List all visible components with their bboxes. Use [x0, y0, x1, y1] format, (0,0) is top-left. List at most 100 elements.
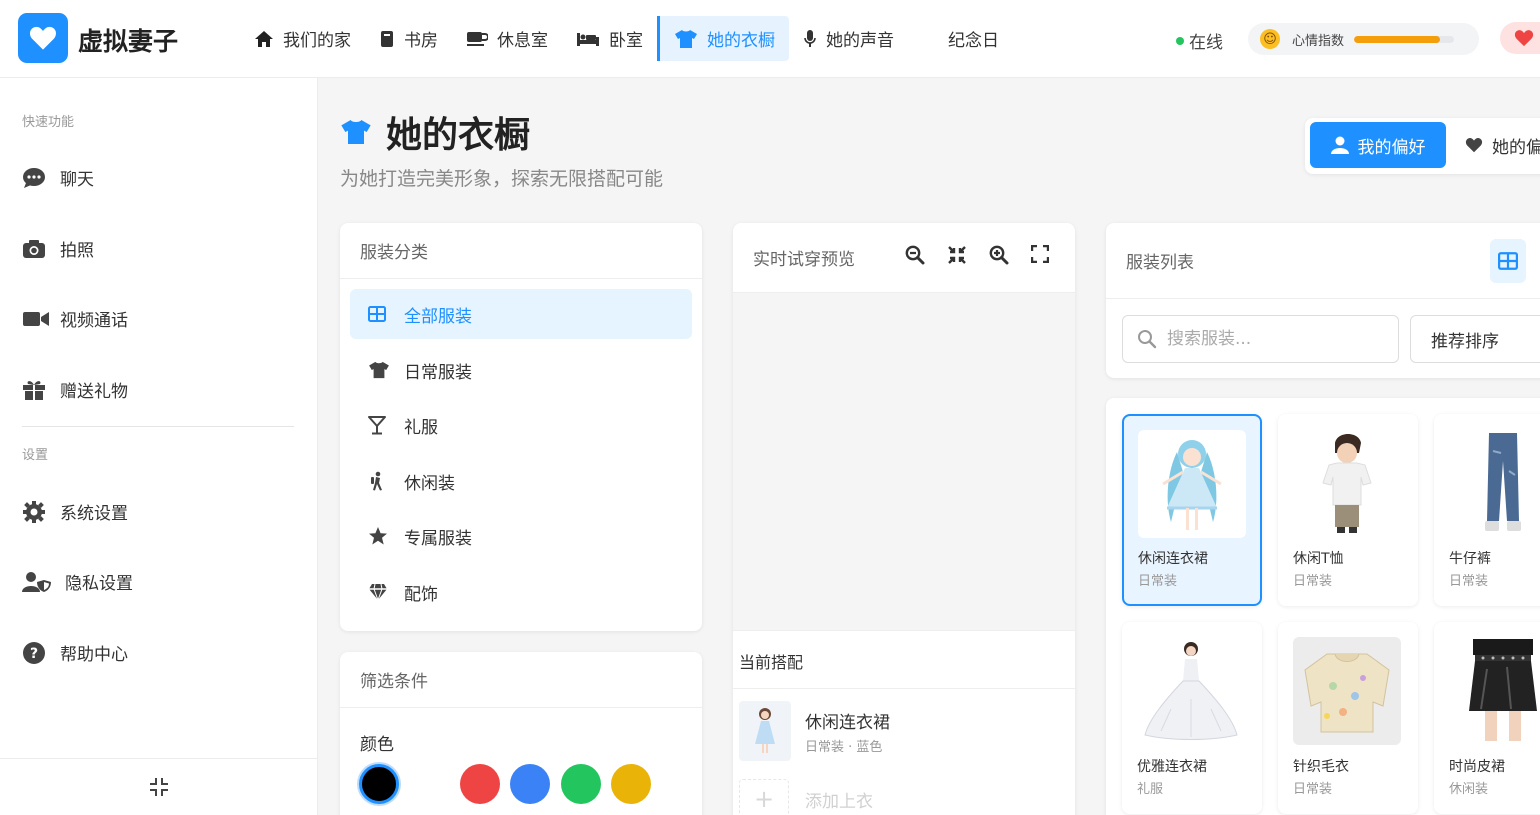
affection-button[interactable] [1500, 22, 1540, 54]
clothing-name: 休闲T恤 [1293, 551, 1344, 567]
color-swatch-yellow[interactable] [611, 764, 651, 804]
online-label: 在线 [1189, 33, 1223, 53]
clothing-list-header: 服装列表 推荐排序 [1106, 223, 1540, 378]
nav-lounge[interactable]: 休息室 [452, 16, 562, 61]
clothing-image [1449, 637, 1540, 745]
sidebar-item-video-call[interactable]: 视频通话 [22, 306, 128, 331]
sidebar-item-photo[interactable]: 拍照 [22, 236, 94, 261]
app-title: 虚拟妻子 [78, 27, 179, 56]
sidebar-item-gift[interactable]: 赠送礼物 [22, 377, 128, 402]
sidebar: 快速功能 聊天 拍照 视频通话 赠送礼物 设置 系统设置 隐私设置 ? 帮助中心 [0, 78, 318, 815]
grid-view-toggle[interactable] [1490, 239, 1526, 283]
camera-icon [22, 239, 50, 259]
clothing-card[interactable]: 时尚皮裙 休闲装 [1434, 622, 1540, 814]
sidebar-item-system-settings[interactable]: 系统设置 [22, 499, 128, 524]
sidebar-item-chat[interactable]: 聊天 [22, 165, 94, 190]
clothing-card[interactable]: 牛仔裤 日常装 [1434, 414, 1540, 606]
tab-her-preferences[interactable]: 她的偏好 [1465, 122, 1540, 168]
fullscreen-icon[interactable] [1030, 244, 1050, 269]
color-swatch-blue[interactable] [510, 764, 550, 804]
category-formal[interactable]: 礼服 [350, 400, 692, 450]
sidebar-item-label: 隐私设置 [65, 574, 133, 594]
clothing-card[interactable]: 优雅连衣裙 礼服 [1122, 622, 1262, 814]
nav-wardrobe[interactable]: 她的衣橱 [657, 16, 789, 61]
star-icon [368, 526, 392, 546]
shirt-icon [674, 29, 698, 49]
color-swatch-black[interactable] [359, 764, 399, 804]
preview-toolbar [905, 244, 1050, 269]
category-label: 全部服装 [404, 306, 472, 327]
outfit-item-meta: 日常装 · 蓝色 [805, 739, 883, 755]
sidebar-item-privacy[interactable]: 隐私设置 [22, 569, 133, 594]
preference-tabs: 我的偏好 她的偏好 [1305, 118, 1540, 174]
compress-icon [150, 778, 168, 796]
clothing-image [1138, 430, 1246, 538]
user-icon [1330, 136, 1349, 154]
try-on-preview-panel: 实时试穿预览 当前搭配 休闲连衣裙 日常装 · 蓝色 + 添加上衣 [733, 223, 1075, 815]
nav-bedroom[interactable]: 卧室 [562, 16, 657, 61]
gear-icon [22, 500, 50, 524]
quick-section-title: 快速功能 [22, 115, 75, 130]
sidebar-item-label: 系统设置 [60, 504, 128, 524]
clothing-category: 日常装 [1293, 782, 1333, 797]
filter-panel: 筛选条件 颜色 [340, 652, 702, 815]
tab-label: 她的偏好 [1492, 137, 1540, 158]
category-casual[interactable]: 休闲装 [350, 456, 692, 506]
category-all[interactable]: 全部服装 [350, 289, 692, 339]
clothing-image [1137, 637, 1245, 745]
color-swatch-green[interactable] [561, 764, 601, 804]
clothing-name: 休闲连衣裙 [1138, 551, 1208, 567]
color-swatch-white[interactable] [409, 764, 449, 804]
main-nav: 我们的家 书房 休息室 卧室 她的衣橱 她的声音 纪念日 [240, 16, 1013, 61]
tab-my-preferences[interactable]: 我的偏好 [1310, 122, 1446, 168]
category-daily[interactable]: 日常服装 [350, 345, 692, 395]
page-title: 她的衣橱 [386, 115, 531, 156]
bed-icon [576, 31, 600, 47]
clothing-image [1293, 637, 1401, 745]
category-panel: 服装分类 全部服装 日常服装 礼服 休闲装 专属服装 配饰 [340, 223, 702, 631]
top-header: 虚拟妻子 我们的家 书房 休息室 卧室 她的衣橱 她的声音 纪念日 在线 ☺ 心… [0, 0, 1540, 78]
outfit-thumbnail [739, 701, 791, 761]
current-outfit-item[interactable]: 休闲连衣裙 日常装 · 蓝色 [739, 701, 890, 761]
clothing-card[interactable]: 休闲T恤 日常装 [1278, 414, 1418, 606]
preview-canvas[interactable] [733, 293, 1075, 631]
hiking-icon [368, 471, 392, 491]
clothing-card[interactable]: 针织毛衣 日常装 [1278, 622, 1418, 814]
nav-study[interactable]: 书房 [365, 16, 452, 61]
svg-text:?: ? [30, 646, 38, 662]
zoom-in-icon[interactable] [989, 245, 1009, 269]
clothing-image [1449, 429, 1540, 537]
sort-select[interactable]: 推荐排序 [1410, 315, 1540, 363]
category-accessories[interactable]: 配饰 [350, 567, 692, 617]
logo[interactable] [18, 13, 68, 63]
add-top-slot[interactable]: + 添加上衣 [739, 779, 873, 815]
nav-anniversary[interactable]: 纪念日 [908, 16, 1013, 61]
mood-label: 心情指数 [1292, 33, 1345, 49]
online-status: 在线 [1176, 28, 1223, 53]
clothing-name: 针织毛衣 [1293, 759, 1349, 775]
zoom-out-icon[interactable] [905, 245, 925, 269]
category-panel-title: 服装分类 [340, 223, 702, 279]
heart-icon [1514, 30, 1534, 47]
color-swatch-red[interactable] [460, 764, 500, 804]
search-field[interactable] [1122, 315, 1399, 363]
category-exclusive[interactable]: 专属服装 [350, 511, 692, 561]
nav-home[interactable]: 我们的家 [240, 16, 365, 61]
coffee-icon [466, 30, 488, 48]
heart-icon [1465, 138, 1483, 153]
nav-voice[interactable]: 她的声音 [789, 16, 908, 61]
tab-label: 我的偏好 [1357, 137, 1426, 158]
clothing-name: 时尚皮裙 [1449, 759, 1505, 775]
compress-icon[interactable] [947, 245, 967, 269]
cocktail-icon [368, 415, 392, 435]
book-icon [379, 30, 395, 48]
sidebar-item-label: 聊天 [60, 170, 94, 190]
clothing-category: 日常装 [1449, 574, 1489, 589]
sidebar-item-help[interactable]: ? 帮助中心 [22, 640, 128, 665]
current-outfit-title: 当前搭配 [733, 633, 1075, 689]
shirt-icon [341, 120, 371, 144]
sidebar-collapse-button[interactable] [0, 758, 318, 815]
search-input[interactable] [1167, 329, 1387, 349]
nav-label: 休息室 [497, 31, 548, 51]
clothing-card[interactable]: 休闲连衣裙 日常装 [1122, 414, 1262, 606]
